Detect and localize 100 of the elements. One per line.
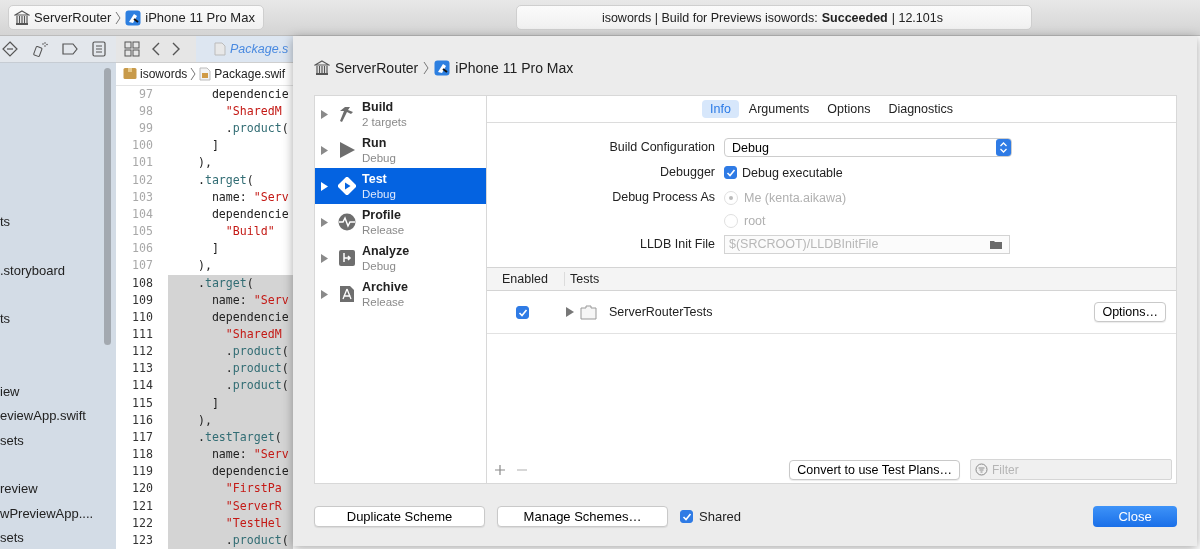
line-number: 106: [131, 240, 154, 258]
line-number: 105: [131, 223, 154, 241]
line-number: 120: [131, 480, 154, 498]
building-icon: [14, 9, 30, 26]
back-icon[interactable]: [152, 42, 160, 56]
grid-icon[interactable]: [124, 41, 140, 57]
tab[interactable]: Diagnostics: [880, 100, 961, 118]
line-number: 113: [131, 360, 154, 378]
line-number: 98: [138, 102, 154, 120]
line-number: 115: [131, 394, 154, 412]
file-name[interactable]: sets: [0, 428, 116, 453]
file-name[interactable]: ts: [0, 210, 116, 235]
tag-icon[interactable]: [62, 43, 78, 55]
column-header[interactable]: Enabled: [487, 272, 565, 286]
disclosure-triangle[interactable]: [321, 253, 328, 263]
disclosure-triangle[interactable]: [566, 307, 574, 317]
scheme-action[interactable]: Analyze Debug: [315, 240, 486, 276]
action-detail: Debug: [362, 258, 397, 273]
line-number: 99: [138, 120, 154, 138]
spray-icon[interactable]: [32, 41, 48, 57]
file-name[interactable]: review: [0, 477, 116, 502]
scheme-name: ServerRouter: [335, 60, 419, 76]
line-number: 100: [131, 137, 154, 155]
action-name: Test: [362, 171, 388, 187]
tab[interactable]: Options: [819, 100, 879, 118]
line-number: 123: [131, 531, 154, 549]
duplicate-scheme-button[interactable]: Duplicate Scheme: [314, 505, 485, 527]
breadcrumb-item[interactable]: Package.swif: [214, 66, 286, 81]
line-number: 112: [131, 343, 154, 361]
checkbox[interactable]: [516, 305, 529, 319]
chevron-icon: [190, 66, 197, 81]
line-number: 116: [131, 411, 154, 429]
device-name[interactable]: iPhone 11 Pro Max: [145, 10, 255, 25]
disclosure-triangle[interactable]: [321, 289, 328, 299]
tab[interactable]: Info: [702, 100, 739, 118]
checkbox-label: Shared: [699, 508, 741, 524]
checkbox[interactable]: [680, 509, 693, 523]
field-label: Debugger: [659, 164, 715, 181]
line-number: 110: [131, 308, 154, 326]
app-icon: [125, 9, 142, 26]
code-line: .target(: [196, 171, 255, 189]
code-line: "SharedM: [224, 102, 283, 120]
action-detail: Release: [362, 222, 405, 237]
scheme-action[interactable]: Archive Release: [315, 276, 486, 312]
scheme-action[interactable]: Profile Release: [315, 204, 486, 240]
add-icon[interactable]: [494, 463, 506, 476]
app-icon: [434, 60, 451, 76]
disclosure-triangle[interactable]: [321, 109, 328, 119]
action-name: Archive: [362, 279, 408, 295]
disclosure-triangle[interactable]: [321, 145, 328, 155]
diamond-icon[interactable]: [2, 41, 18, 57]
scheme-action[interactable]: Build 2 targets: [315, 96, 486, 132]
action-detail: Debug: [362, 150, 396, 165]
line-number: 117: [131, 428, 154, 446]
code-line: dependencie: [210, 85, 290, 103]
file-name[interactable]: sets: [0, 525, 116, 549]
column-header[interactable]: Tests: [565, 272, 600, 286]
code-line: dependencie: [210, 205, 290, 223]
file-name[interactable]: eviewApp.swift: [0, 404, 116, 429]
code-line: .product(: [224, 120, 290, 138]
play-icon: [338, 141, 356, 159]
file-name[interactable]: ts: [0, 307, 116, 332]
scheme-action[interactable]: Run Debug: [315, 132, 486, 168]
code-line: ]: [210, 137, 220, 155]
path-input[interactable]: $(SRCROOT)/LLDBInitFile: [725, 237, 989, 251]
line-number: 102: [131, 171, 154, 189]
path-field[interactable]: $(SRCROOT)/LLDBInitFile: [724, 234, 1010, 254]
close-button[interactable]: Close: [1093, 505, 1177, 527]
test-name: ServerRouterTests: [609, 305, 714, 319]
manage-schemes-button[interactable]: Manage Schemes…: [497, 505, 668, 527]
line-number: 104: [131, 205, 154, 223]
checkbox-label: Debug executable: [742, 165, 843, 180]
disclosure-triangle[interactable]: [321, 181, 328, 191]
filter-input[interactable]: Filter: [992, 462, 1171, 477]
file-name[interactable]: wPreviewApp....: [0, 501, 116, 526]
file-name[interactable]: .storyboard: [0, 258, 116, 283]
line-number: 103: [131, 188, 154, 206]
field-label: LLDB Init File: [638, 236, 715, 253]
forward-icon[interactable]: [172, 42, 180, 56]
folder-icon[interactable]: [989, 238, 1003, 250]
file-name[interactable]: iew: [0, 380, 116, 405]
breadcrumb-item[interactable]: isowords: [140, 66, 188, 81]
scrollbar[interactable]: [104, 68, 111, 345]
options-button[interactable]: Options…: [1094, 302, 1166, 322]
device-name: iPhone 11 Pro Max: [455, 60, 574, 76]
scheme-action[interactable]: Test Debug: [315, 168, 486, 204]
disclosure-triangle[interactable]: [321, 217, 328, 227]
checkbox[interactable]: [724, 166, 737, 179]
action-name: Run: [362, 135, 388, 151]
line-number: 118: [131, 446, 154, 464]
radio-label: root: [744, 213, 766, 228]
popup-button[interactable]: Debug: [724, 138, 1012, 157]
line-number: 97: [138, 85, 154, 103]
list-icon[interactable]: [92, 41, 106, 57]
code-line: name: "Serv: [210, 188, 290, 206]
scheme-name[interactable]: ServerRouter: [34, 10, 112, 25]
convert-button[interactable]: Convert to use Test Plans…: [789, 459, 960, 480]
filter-field[interactable]: Filter: [970, 459, 1172, 480]
line-number: 121: [131, 497, 154, 515]
tab[interactable]: Arguments: [740, 100, 818, 118]
